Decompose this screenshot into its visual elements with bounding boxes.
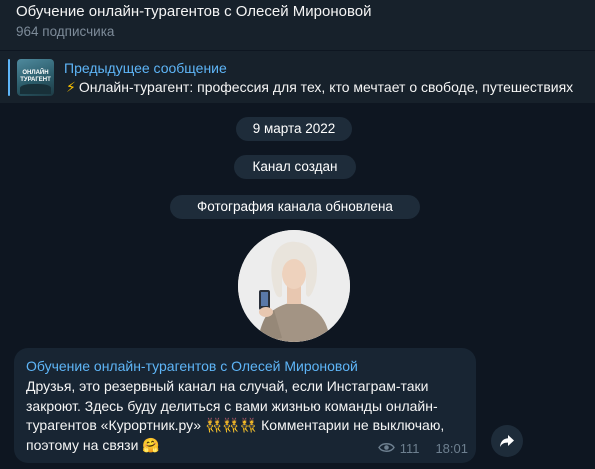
thumbnail-caption-line1: ОНЛАЙН	[22, 70, 49, 76]
chat-header[interactable]: Обучение онлайн-турагентов с Олесей Миро…	[0, 0, 595, 50]
message-author[interactable]: Обучение онлайн-турагентов с Олесей Миро…	[26, 358, 358, 374]
pinned-thumbnail: ОНЛАЙН ТУРАГЕНТ	[17, 59, 54, 96]
lightning-icon: ⚡	[66, 79, 76, 95]
thumbnail-caption-line2: ТУРАГЕНТ	[20, 77, 51, 83]
pinned-label: Предыдущее сообщение	[64, 60, 227, 76]
eye-icon	[377, 441, 395, 456]
pinned-preview-text: Онлайн-турагент: профессия для тех, кто …	[78, 79, 574, 95]
share-icon	[500, 435, 514, 447]
view-count: 111	[399, 440, 420, 456]
share-button[interactable]	[491, 425, 523, 457]
message-bubble[interactable]: Обучение онлайн-турагентов с Олесей Миро…	[14, 348, 476, 463]
pinned-preview: ⚡ Онлайн-турагент: профессия для тех, кто…	[66, 79, 595, 96]
message-time: 18:01	[435, 440, 468, 456]
service-message-photo-updated: Фотография канала обновлена	[170, 195, 420, 219]
channel-photo[interactable]	[238, 230, 350, 342]
pinned-message-bar[interactable]: ОНЛАЙН ТУРАГЕНТ Предыдущее сообщение ⚡ Он…	[0, 50, 595, 103]
channel-photo-image	[238, 230, 350, 342]
date-separator: 9 марта 2022	[236, 117, 352, 141]
pinned-indicator	[8, 59, 10, 96]
message-meta: 111 18:01	[377, 440, 468, 456]
thumbnail-island-shape	[20, 84, 51, 94]
service-message-channel-created: Канал создан	[234, 155, 356, 179]
channel-title[interactable]: Обучение онлайн-турагентов с Олесей Миро…	[16, 3, 372, 20]
subscriber-count: 964 подписчика	[16, 24, 115, 39]
